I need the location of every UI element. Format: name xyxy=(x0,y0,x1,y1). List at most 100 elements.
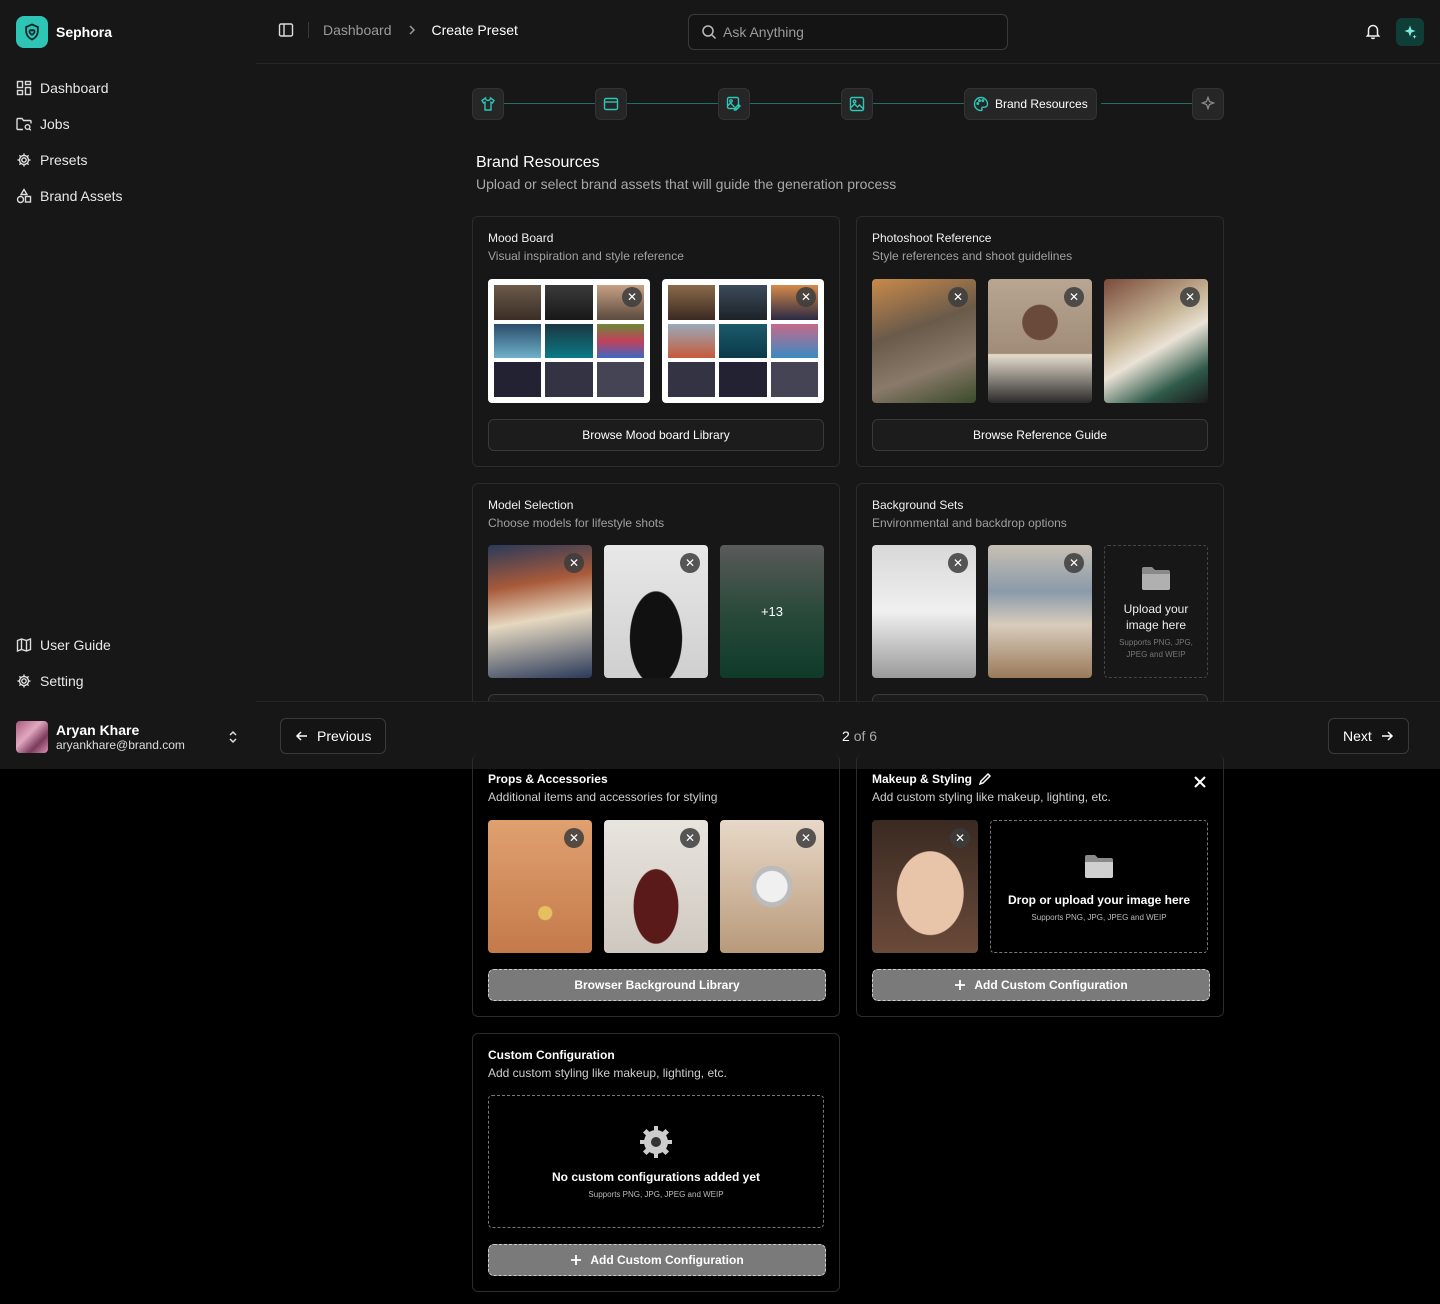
nav-item-setting[interactable]: Setting xyxy=(16,663,240,699)
card-subtitle: Choose models for lifestyle shots xyxy=(488,516,665,530)
step-1[interactable] xyxy=(472,88,504,120)
reference-image[interactable]: ✕ xyxy=(1104,279,1208,403)
mood-board-image[interactable]: ✕ xyxy=(488,279,650,403)
remove-image-button[interactable]: ✕ xyxy=(1064,287,1084,307)
makeup-image[interactable]: ✕ xyxy=(872,820,978,953)
search-bar[interactable] xyxy=(688,14,1008,50)
step-connector xyxy=(1101,103,1192,104)
gear-icon xyxy=(640,1126,672,1158)
breadcrumb: Dashboard Create Preset xyxy=(278,22,518,38)
remove-image-button[interactable]: ✕ xyxy=(796,828,816,848)
nav-item-label: Presets xyxy=(40,152,88,168)
upload-dropzone[interactable]: Drop or upload your image here Supports … xyxy=(990,820,1208,953)
remove-image-button[interactable]: ✕ xyxy=(564,828,584,848)
card-title-row: Makeup & Styling xyxy=(872,772,992,786)
close-icon[interactable] xyxy=(1193,775,1207,789)
custom-config-empty-state[interactable]: No custom configurations added yet Suppo… xyxy=(488,1095,824,1228)
prop-image[interactable]: ✕ xyxy=(720,820,824,953)
background-image[interactable]: ✕ xyxy=(872,545,976,678)
card-title: Model Selection xyxy=(488,498,574,512)
main-nav: Dashboard Jobs Presets Brand Assets xyxy=(16,70,240,214)
nav-item-label: Jobs xyxy=(40,116,70,132)
remove-image-button[interactable]: ✕ xyxy=(948,553,968,573)
nav-item-brand-assets[interactable]: Brand Assets xyxy=(16,178,240,214)
arrow-right-icon xyxy=(1381,731,1393,741)
upload-hint: Supports PNG, JPG, JPEG and WEIP xyxy=(1119,637,1193,659)
brand[interactable]: Sephora xyxy=(16,16,112,48)
remove-image-button[interactable]: ✕ xyxy=(1064,553,1084,573)
topbar: Dashboard Create Preset xyxy=(256,0,1440,64)
upload-dropzone[interactable]: Upload your image here Supports PNG, JPG… xyxy=(1104,545,1208,678)
remove-image-button[interactable]: ✕ xyxy=(564,553,584,573)
step-3[interactable] xyxy=(718,88,750,120)
remove-image-button[interactable]: ✕ xyxy=(680,828,700,848)
step-2[interactable] xyxy=(595,88,627,120)
remove-image-button[interactable]: ✕ xyxy=(950,828,970,848)
plus-icon xyxy=(571,1255,582,1265)
upload-hint: Supports PNG, JPG, JPEG and WEIP xyxy=(1031,913,1167,922)
browse-mood-board-button[interactable]: Browse Mood board Library xyxy=(488,419,824,451)
model-library-button[interactable] xyxy=(488,694,824,701)
folder-icon xyxy=(1142,566,1170,590)
browse-background-library-button[interactable]: Browser Background Library xyxy=(488,969,826,1001)
sidebar: Sephora Dashboard Jobs Presets Brand Ass… xyxy=(0,0,256,769)
remove-image-button[interactable]: ✕ xyxy=(796,287,816,307)
model-selection-card: Model Selection Choose models for lifest… xyxy=(472,483,840,701)
step-5-brand-resources[interactable]: Brand Resources xyxy=(964,88,1097,120)
step-connector xyxy=(627,103,718,104)
card-title: Mood Board xyxy=(488,231,554,245)
prop-image[interactable]: ✕ xyxy=(604,820,708,953)
button-label: Add Custom Configuration xyxy=(974,978,1128,992)
reference-image[interactable]: ✕ xyxy=(872,279,976,403)
previous-button[interactable]: Previous xyxy=(280,718,387,754)
nav-item-jobs[interactable]: Jobs xyxy=(16,106,240,142)
nav-item-presets[interactable]: Presets xyxy=(16,142,240,178)
card-subtitle: Add custom styling like makeup, lighting… xyxy=(872,790,1111,804)
background-library-button[interactable] xyxy=(872,694,1208,701)
model-image-more[interactable]: +13 xyxy=(720,545,824,678)
remove-image-button[interactable]: ✕ xyxy=(680,553,700,573)
image-icon xyxy=(849,96,865,112)
step-label: Brand Resources xyxy=(995,97,1088,111)
remove-image-button[interactable]: ✕ xyxy=(948,287,968,307)
sparkles-icon xyxy=(1404,25,1417,39)
card-title: Props & Accessories xyxy=(488,772,608,786)
remove-image-button[interactable]: ✕ xyxy=(622,287,642,307)
reference-image[interactable]: ✕ xyxy=(988,279,1092,403)
ai-assistant-button[interactable] xyxy=(1396,18,1424,46)
step-4[interactable] xyxy=(841,88,873,120)
props-accessories-card: Props & Accessories Additional items and… xyxy=(472,755,840,1017)
add-custom-configuration-button[interactable]: Add Custom Configuration xyxy=(488,1244,826,1276)
next-button[interactable]: Next xyxy=(1328,718,1409,754)
folder-icon xyxy=(1085,855,1113,878)
bell-icon[interactable] xyxy=(1364,22,1382,40)
search-input[interactable] xyxy=(723,24,983,40)
user-name: Aryan Khare xyxy=(56,722,140,738)
add-custom-configuration-button[interactable]: Add Custom Configuration xyxy=(872,969,1210,1001)
prop-image[interactable]: ✕ xyxy=(488,820,592,953)
pencil-icon[interactable] xyxy=(978,772,992,786)
remove-image-button[interactable]: ✕ xyxy=(1180,287,1200,307)
step-6[interactable] xyxy=(1192,88,1224,120)
model-image[interactable]: ✕ xyxy=(604,545,708,678)
mood-board-image[interactable]: ✕ xyxy=(662,279,824,403)
shapes-icon xyxy=(16,188,32,204)
user-menu[interactable]: Aryan Khare aryankhare@brand.com xyxy=(16,720,240,754)
breadcrumb-current: Create Preset xyxy=(431,22,518,38)
upload-title: Upload your image here xyxy=(1123,601,1189,632)
previous-label: Previous xyxy=(317,728,372,744)
sidebar-toggle-icon[interactable] xyxy=(278,22,294,38)
step-connector xyxy=(750,103,841,104)
chevron-up-down-icon[interactable] xyxy=(226,729,240,745)
stepper: Brand Resources xyxy=(472,88,1224,120)
empty-hint: Supports PNG, JPG, JPEG and WEIP xyxy=(588,1190,724,1199)
plus-icon xyxy=(955,980,966,990)
card-title: Photoshoot Reference xyxy=(872,231,992,245)
nav-item-dashboard[interactable]: Dashboard xyxy=(16,70,240,106)
breadcrumb-dashboard[interactable]: Dashboard xyxy=(323,22,392,38)
nav-item-user-guide[interactable]: User Guide xyxy=(16,627,240,663)
model-image[interactable]: ✕ xyxy=(488,545,592,678)
nav-item-label: Dashboard xyxy=(40,80,109,96)
background-image[interactable]: ✕ xyxy=(988,545,1092,678)
browse-reference-guide-button[interactable]: Browse Reference Guide xyxy=(872,419,1208,451)
